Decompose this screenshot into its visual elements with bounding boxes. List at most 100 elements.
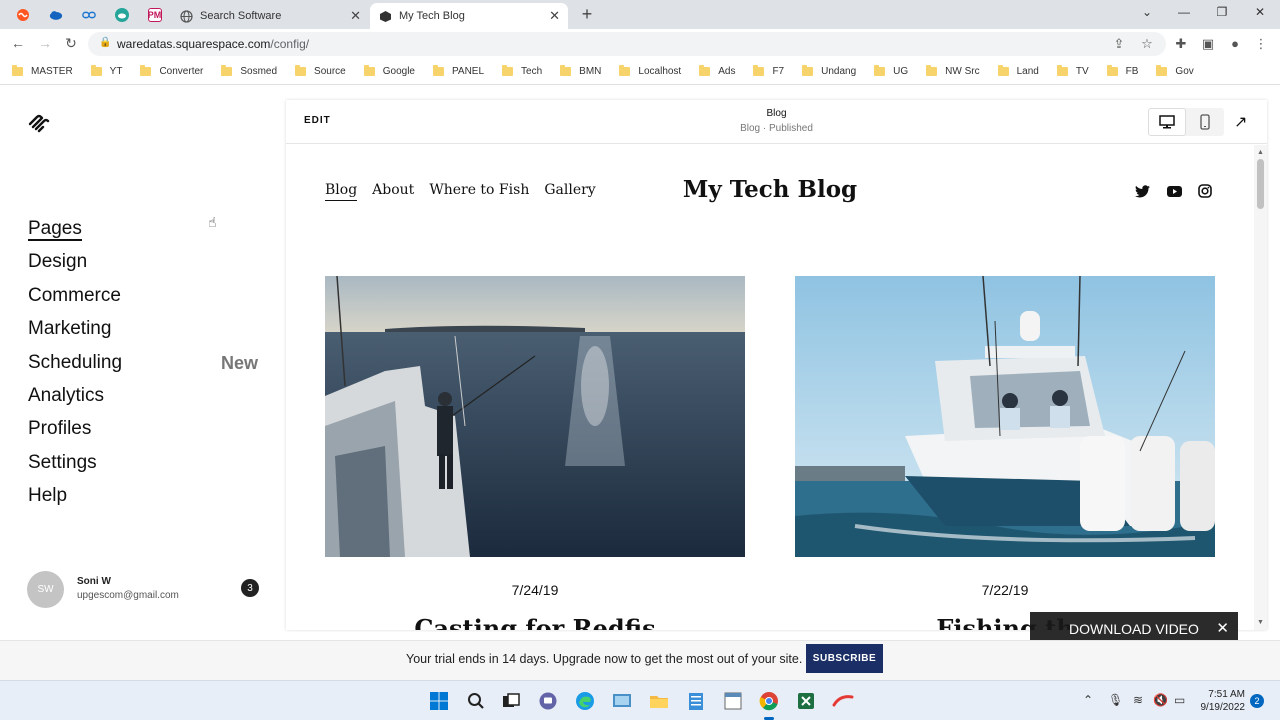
maximize-icon[interactable]: ❐: [1212, 5, 1232, 19]
bookmark-item[interactable]: MASTER: [12, 65, 73, 77]
scroll-down-icon[interactable]: ▼: [1257, 619, 1264, 626]
preview-toolbar: EDIT Blog Blog · Published ↗: [286, 100, 1267, 144]
reload-icon[interactable]: ↻: [62, 35, 80, 52]
bookmark-item[interactable]: Land: [997, 65, 1039, 77]
close-icon[interactable]: ✕: [1216, 619, 1229, 637]
search-icon[interactable]: [465, 690, 487, 712]
scroll-thumb[interactable]: [1257, 159, 1264, 209]
app-window-icon[interactable]: [722, 690, 744, 712]
sidebar-item-help[interactable]: Help: [28, 483, 258, 516]
back-icon[interactable]: ←: [9, 35, 27, 51]
sidebar-item-label: Pages: [28, 218, 82, 241]
bookmark-item[interactable]: Gov: [1156, 65, 1194, 77]
sidebar-item-scheduling[interactable]: Scheduling New: [28, 350, 258, 383]
folder-icon: [997, 65, 1009, 76]
clock-date: 9/19/2022: [1200, 702, 1246, 713]
sidebar-item-settings[interactable]: Settings: [28, 450, 258, 483]
pinned-tab[interactable]: [39, 4, 72, 26]
tab-search-chevron-icon[interactable]: ⌄: [1137, 5, 1157, 19]
close-icon[interactable]: ✕: [549, 8, 560, 24]
user-account[interactable]: SW Soni W upgescom@gmail.com 3: [27, 571, 259, 608]
notepad-icon[interactable]: [685, 690, 707, 712]
site-title[interactable]: My Tech Blog: [286, 176, 1254, 203]
close-icon[interactable]: ✕: [350, 8, 361, 24]
instagram-icon[interactable]: [1197, 183, 1213, 199]
control-panel-icon[interactable]: [611, 690, 633, 712]
bookmark-item[interactable]: Ads: [699, 65, 735, 77]
sidebar-item-profiles[interactable]: Profiles: [28, 416, 258, 449]
chat-icon[interactable]: [537, 690, 559, 712]
bookmark-item[interactable]: TV: [1056, 65, 1089, 77]
preview-scrollbar[interactable]: ▲ ▼: [1254, 145, 1267, 630]
volume-muted-icon[interactable]: 🔇: [1153, 693, 1168, 707]
mobile-view-button[interactable]: [1186, 108, 1224, 136]
post-title[interactable]: Casting for Redfis: [325, 614, 745, 630]
pinned-tab[interactable]: [6, 4, 39, 26]
squarespace-logo-icon[interactable]: [26, 112, 52, 134]
url-field[interactable]: 🔒 waredatas.squarespace.com/config/ ⇪ ☆: [88, 32, 1166, 56]
excel-icon[interactable]: [795, 690, 817, 712]
bookmark-item[interactable]: BMN: [560, 65, 601, 77]
post-image-speed-boat[interactable]: [795, 276, 1215, 557]
sidebar-item-analytics[interactable]: Analytics: [28, 383, 258, 416]
bookmark-item[interactable]: Sosmed: [221, 65, 277, 77]
wifi-icon[interactable]: ≋: [1133, 693, 1143, 707]
bookmark-item[interactable]: PANEL: [432, 65, 484, 77]
youtube-icon[interactable]: [1166, 183, 1182, 199]
sidebar-item-label: Scheduling: [28, 351, 123, 373]
profile-icon[interactable]: ●: [1226, 36, 1244, 51]
minimize-icon[interactable]: —: [1174, 5, 1194, 19]
pinned-tab[interactable]: [105, 4, 138, 26]
bookmark-item[interactable]: FB: [1106, 65, 1138, 77]
sidebar-item-pages[interactable]: Pages: [28, 216, 258, 249]
notification-count-badge[interactable]: 3: [241, 579, 259, 597]
menu-icon[interactable]: ⋮: [1252, 36, 1270, 52]
twitter-icon[interactable]: [1134, 183, 1150, 199]
side-panel-icon[interactable]: ▣: [1199, 36, 1217, 52]
blog-post-card[interactable]: 7/24/19 Casting for Redfis: [325, 276, 745, 630]
bookmark-item[interactable]: Source: [295, 65, 346, 77]
new-tab-button[interactable]: +: [578, 4, 596, 24]
pinned-tab[interactable]: [72, 4, 105, 26]
anydesk-icon[interactable]: [832, 690, 854, 712]
sidebar-item-marketing[interactable]: Marketing: [28, 316, 258, 349]
bookmark-item[interactable]: Localhost: [619, 65, 681, 77]
bookmark-item[interactable]: Google: [363, 65, 415, 77]
blog-post-card[interactable]: 7/22/19 Fishing th: [795, 276, 1215, 630]
notification-count-badge[interactable]: 2: [1250, 694, 1264, 708]
forward-icon[interactable]: →: [36, 35, 54, 51]
system-clock[interactable]: 7:51 AM 9/19/2022: [1199, 688, 1246, 714]
pinned-tab[interactable]: PM: [138, 4, 171, 26]
file-explorer-icon[interactable]: [648, 690, 670, 712]
microphone-icon[interactable]: 🎙: [1108, 693, 1123, 707]
bookmark-item[interactable]: NW Src: [926, 65, 980, 77]
sidebar-item-design[interactable]: Design: [28, 249, 258, 282]
bookmark-item[interactable]: Tech: [502, 65, 542, 77]
window-close-icon[interactable]: ✕: [1250, 5, 1270, 19]
bookmark-item[interactable]: Converter: [140, 65, 203, 77]
share-icon[interactable]: ⇪: [1110, 36, 1128, 52]
tab-my-tech-blog[interactable]: My Tech Blog ✕: [370, 3, 568, 29]
extensions-icon[interactable]: ✚: [1172, 36, 1190, 52]
bookmark-item[interactable]: Undang: [802, 65, 856, 77]
edge-icon[interactable]: [574, 690, 596, 712]
desktop-view-button[interactable]: [1148, 108, 1186, 136]
bookmark-item[interactable]: F7: [753, 65, 784, 77]
globe-icon: [179, 9, 193, 23]
post-image-fishing-boat[interactable]: [325, 276, 745, 557]
subscribe-button[interactable]: SUBSCRIBE: [806, 644, 883, 673]
chrome-icon[interactable]: [758, 690, 780, 712]
star-icon[interactable]: ☆: [1138, 36, 1156, 52]
bookmark-item[interactable]: YT: [90, 65, 122, 77]
sidebar-item-commerce[interactable]: Commerce: [28, 283, 258, 316]
task-view-icon[interactable]: [500, 690, 522, 712]
tab-search-software[interactable]: Search Software ✕: [171, 3, 369, 29]
bookmark-item[interactable]: UG: [874, 65, 908, 77]
battery-icon[interactable]: ▭: [1174, 693, 1185, 707]
folder-icon: [1156, 65, 1168, 76]
tray-chevron-up-icon[interactable]: ⌃: [1083, 693, 1093, 707]
start-icon[interactable]: [428, 690, 450, 712]
expand-arrow-icon[interactable]: ↗: [1234, 112, 1247, 132]
scroll-up-icon[interactable]: ▲: [1257, 149, 1264, 156]
download-video-label[interactable]: DOWNLOAD VIDEO: [1069, 621, 1199, 637]
